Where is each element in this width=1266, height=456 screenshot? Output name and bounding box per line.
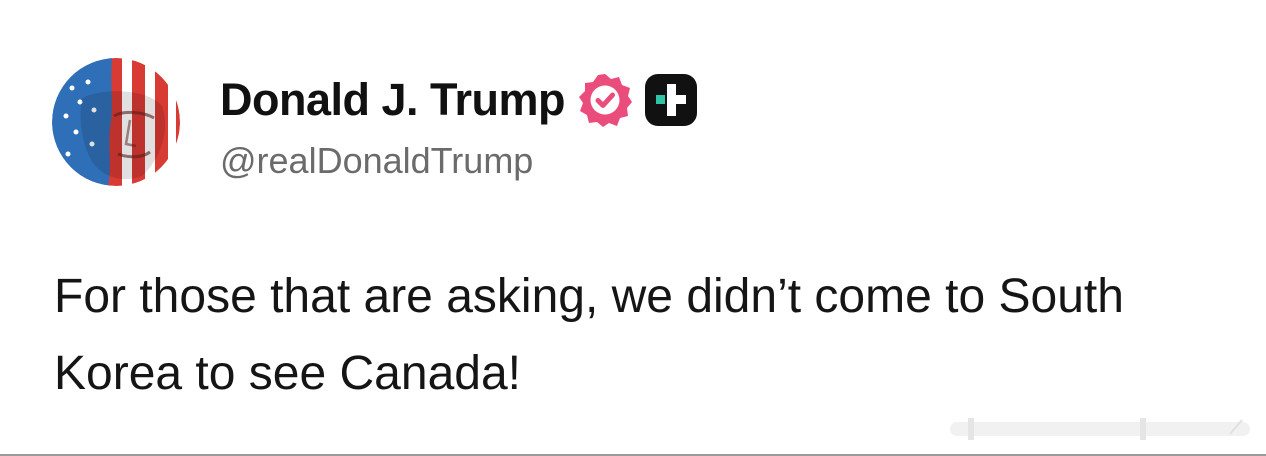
author-handle[interactable]: @realDonaldTrump	[220, 140, 533, 182]
author-name-row: Donald J. Trump	[220, 72, 699, 128]
flag-portrait-avatar-icon	[52, 58, 180, 186]
avatar[interactable]	[52, 58, 180, 186]
truth-social-logo-icon	[643, 72, 699, 128]
watermark-icon	[950, 418, 1250, 440]
author-display-name[interactable]: Donald J. Trump	[220, 74, 566, 126]
post-body-text: For those that are asking, we didn’t com…	[54, 270, 1124, 400]
post-card: Donald J. Trump @realDonaldTrump For tho…	[0, 0, 1266, 456]
verified-badge-icon	[577, 72, 633, 128]
